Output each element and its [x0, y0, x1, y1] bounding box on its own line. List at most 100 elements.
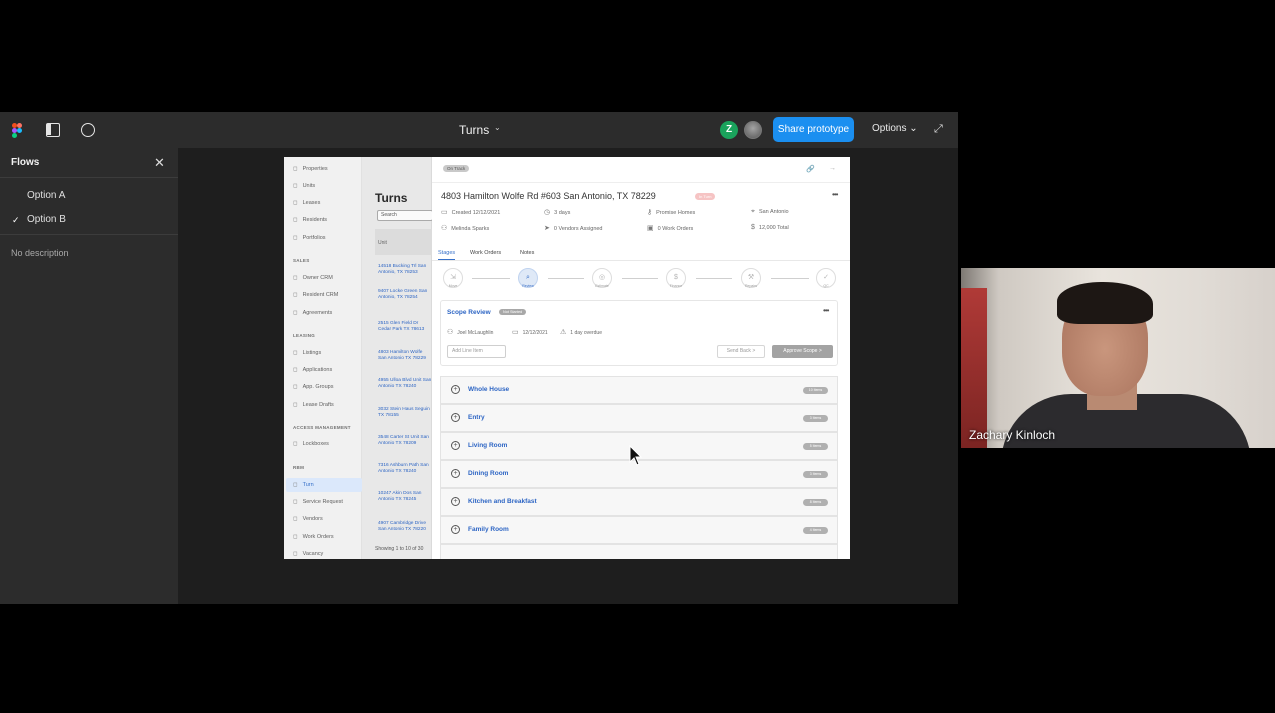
- stepper-connector: [622, 278, 658, 279]
- avatar[interactable]: Z: [720, 121, 738, 139]
- flow-option-a[interactable]: Option A: [27, 190, 65, 201]
- room-row[interactable]: + Family Room 4 Items: [440, 516, 838, 544]
- table-row[interactable]: 3032 Stein Haus Seguin TX 78155: [375, 407, 432, 419]
- sidebar-item-units[interactable]: Units: [293, 183, 316, 189]
- sidebar-item-portfolios[interactable]: Portfolios: [293, 235, 326, 241]
- expand-plus-icon[interactable]: +: [451, 497, 460, 506]
- stage-label: Estimate: [595, 284, 609, 288]
- sidebar-item-vacancy[interactable]: Vacancy: [293, 551, 324, 557]
- sidebar-item-vendors[interactable]: Vendors: [293, 516, 323, 522]
- sidebar-item-owner-crm[interactable]: Owner CRM: [293, 275, 333, 281]
- mouse-cursor-icon: [629, 445, 643, 466]
- table-row[interactable]: 7316 Ashburn Path San Antonio TX 78240: [375, 463, 432, 475]
- room-row[interactable]: + Whole House 10 Items: [440, 376, 838, 404]
- expand-icon[interactable]: ⤢: [934, 124, 945, 135]
- location-pin-icon: ⌖: [751, 208, 755, 215]
- participant-hair: [1057, 282, 1153, 324]
- room-item-count: 5 Items: [803, 443, 828, 450]
- stage-label: Finance: [669, 284, 683, 288]
- sidebar-item-lockboxes[interactable]: Lockboxes: [293, 441, 329, 447]
- file-title[interactable]: Turns: [459, 123, 489, 137]
- meta-work-orders: ▣ 0 Work Orders: [647, 225, 694, 232]
- expand-plus-icon[interactable]: +: [451, 469, 460, 478]
- sidebar-item-turn[interactable]: Turn: [293, 482, 314, 488]
- flows-title: Flows: [11, 157, 40, 168]
- tab-stages[interactable]: Stages: [438, 250, 456, 260]
- sidebar-item-agreements[interactable]: Agreements: [293, 310, 333, 316]
- more-options-icon[interactable]: •••: [823, 306, 829, 315]
- flows-header: Flows ✕: [0, 148, 178, 178]
- close-icon[interactable]: ✕: [154, 155, 165, 171]
- calendar-icon: ▭: [441, 209, 448, 216]
- expand-plus-icon[interactable]: +: [451, 441, 460, 450]
- sidebar-item-lease-drafts[interactable]: Lease Drafts: [293, 402, 334, 408]
- app-sidebar: Properties Units Leases Residents Portfo…: [284, 157, 362, 559]
- sidebar-item-work-orders[interactable]: Work Orders: [293, 534, 334, 540]
- chevron-down-icon[interactable]: ⌄: [494, 123, 501, 132]
- approve-scope-button[interactable]: Approve Scope >: [772, 345, 833, 358]
- stepper-connector: [472, 278, 510, 279]
- status-badge: On Track: [443, 165, 470, 172]
- sidebar-item-app-groups[interactable]: App. Groups: [293, 384, 334, 390]
- sidebar-item-leases[interactable]: Leases: [293, 200, 321, 206]
- flow-option-b[interactable]: Option B: [27, 214, 66, 225]
- link-icon[interactable]: 🔗: [806, 165, 815, 173]
- table-row[interactable]: 14518 Bucking Trl San Antonio, TX 78253: [375, 264, 432, 276]
- table-row[interactable]: 4803 Hamilton Wolfe San Antonio TX 78229: [375, 350, 432, 362]
- scope-status-badge: Not Started: [499, 309, 527, 315]
- room-row[interactable]: + Entry 3 Items: [440, 404, 838, 432]
- scope-title: Scope Review: [447, 309, 491, 316]
- stepper-connector: [548, 278, 584, 279]
- warning-icon: ⚠: [560, 329, 567, 336]
- room-item-count: 3 Items: [803, 471, 828, 478]
- key-icon: ⚷: [647, 209, 653, 216]
- sidebar-item-resident-crm[interactable]: Resident CRM: [293, 292, 339, 298]
- sidebar-toggle-icon[interactable]: [46, 123, 60, 137]
- avatar-photo[interactable]: [744, 121, 762, 139]
- sidebar-item-applications[interactable]: Applications: [293, 367, 333, 373]
- background-cloth: [961, 288, 987, 448]
- meta-market: ⌖ San Antonio: [751, 208, 789, 215]
- prototype-frame: Properties Units Leases Residents Portfo…: [284, 157, 850, 559]
- sidebar-item-residents[interactable]: Residents: [293, 217, 327, 223]
- table-row[interactable]: 4955 Ulloa Blvd Unit San Antonio TX 7824…: [375, 378, 432, 390]
- comment-icon[interactable]: [81, 123, 95, 137]
- table-row[interactable]: 4907 Cambridge Drive San Antonio TX 7822…: [375, 521, 432, 533]
- table-row[interactable]: 2515 Glen Field Dr Cedar Park TX 78613: [375, 321, 432, 333]
- arrow-right-icon[interactable]: →: [829, 165, 836, 172]
- sidebar-item-service-request[interactable]: Service Request: [293, 499, 343, 505]
- tab-notes[interactable]: Notes: [520, 250, 534, 256]
- stage-label: Repairs: [744, 284, 758, 288]
- share-prototype-button[interactable]: Share prototype: [773, 117, 854, 142]
- scope-overdue: ⚠ 1 day overdue: [560, 329, 602, 336]
- expand-plus-icon[interactable]: +: [451, 525, 460, 534]
- room-row[interactable]: + Kitchen and Breakfast 8 Items: [440, 488, 838, 516]
- search-input[interactable]: Search: [377, 210, 433, 221]
- dollar-icon: $: [751, 224, 755, 231]
- meta-total: $12,000 Total: [751, 224, 789, 231]
- sidebar-item-properties[interactable]: Properties: [293, 166, 328, 172]
- figma-logo-icon[interactable]: [12, 123, 22, 138]
- table-header: Unit: [375, 229, 432, 255]
- meta-owner: ⚷ Promise Homes: [647, 209, 696, 216]
- expand-plus-icon[interactable]: +: [451, 413, 460, 422]
- room-row-partial[interactable]: [440, 544, 838, 559]
- table-row[interactable]: 3548 Carter St Unit San Antonio TX 78209: [375, 435, 432, 447]
- room-name: Family Room: [468, 526, 509, 533]
- screen: Turns ⌄ Z Share prototype Options ⌄ ⤢ Fl…: [0, 0, 1275, 713]
- more-options-icon[interactable]: •••: [832, 190, 838, 199]
- table-row[interactable]: 9407 Locke Green San Antonio, TX 78254: [375, 289, 432, 301]
- table-row[interactable]: 10247 Akin Dos San Antonio TX 78245: [375, 491, 432, 503]
- sidebar-item-listings[interactable]: Listings: [293, 350, 322, 356]
- stage-label: QC: [823, 284, 829, 288]
- expand-plus-icon[interactable]: +: [451, 385, 460, 394]
- scope-review-card: Scope Review Not Started ••• ⚇ Joel McLau…: [440, 300, 838, 366]
- turn-badge: In Turn: [695, 193, 716, 200]
- room-name: Dining Room: [468, 470, 509, 477]
- options-button[interactable]: Options ⌄: [872, 123, 918, 134]
- tab-work-orders[interactable]: Work Orders: [470, 250, 501, 256]
- room-name: Whole House: [468, 386, 510, 393]
- stepper-connector: [696, 278, 732, 279]
- send-back-button[interactable]: Send Back >: [717, 345, 765, 358]
- add-line-item-button[interactable]: Add Line Item: [447, 345, 506, 358]
